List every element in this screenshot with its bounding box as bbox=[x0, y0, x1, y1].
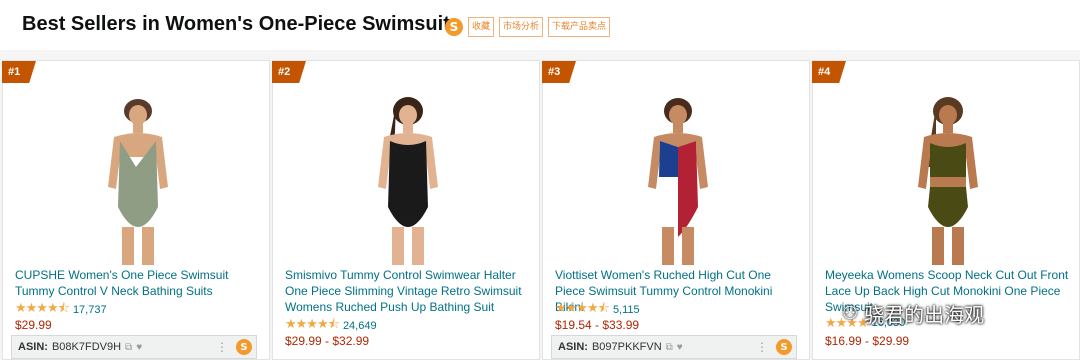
page-title: Best Sellers in Women's One-Piece Swimsu… bbox=[22, 13, 461, 35]
download-selling-points-button[interactable]: 下载产品卖点 bbox=[548, 17, 611, 37]
more-options-icon[interactable]: ⋮ bbox=[756, 340, 768, 354]
swimsuit-image-icon bbox=[918, 97, 978, 265]
heart-icon[interactable]: ♥ bbox=[136, 342, 142, 353]
favorite-button[interactable]: 收藏 bbox=[468, 17, 495, 37]
asin-value: B08K7FDV9H bbox=[51, 341, 122, 353]
plugin-toolbar: S 收藏 市场分析 下载产品卖点 bbox=[445, 14, 611, 40]
watermark-text: 骁君的出海观 bbox=[864, 302, 985, 327]
copy-icon[interactable]: ⧉ bbox=[125, 342, 132, 353]
asin-bar: ASIN: B08K7FDV9H ⧉ ♥ ⋮ S bbox=[11, 335, 257, 359]
asin-label: ASIN: bbox=[18, 341, 48, 353]
product-card-3[interactable]: #3 Viottiset Women's Ruched High Cut One… bbox=[542, 60, 810, 360]
rank-badge: #1 bbox=[2, 61, 36, 83]
product-card-1[interactable]: #1 CUPSHE Women's One Piece Swimsuit Tum… bbox=[2, 60, 270, 360]
product-title-link[interactable]: CUPSHE Women's One Piece Swimsuit Tummy … bbox=[15, 267, 263, 299]
rating-count[interactable]: 5,115 bbox=[613, 304, 640, 316]
product-image[interactable] bbox=[813, 97, 1079, 265]
plugin-logo-icon[interactable]: S bbox=[445, 18, 463, 36]
plugin-logo-icon[interactable]: S bbox=[776, 339, 792, 355]
more-options-icon[interactable]: ⋮ bbox=[216, 340, 228, 354]
swimsuit-shape bbox=[930, 143, 966, 177]
plugin-logo-icon[interactable]: S bbox=[236, 339, 252, 355]
heart-icon[interactable]: ♥ bbox=[677, 342, 683, 353]
rating-count[interactable]: 24,649 bbox=[343, 320, 377, 332]
price: $29.99 bbox=[15, 318, 52, 332]
asin-bar: ASIN: B097PKKFVN ⧉ ♥ ⋮ S bbox=[551, 335, 797, 359]
product-card-2[interactable]: #2 Smismivo Tummy Control Swimwear Halte… bbox=[272, 60, 540, 360]
product-image[interactable] bbox=[3, 97, 269, 265]
market-analysis-button[interactable]: 市场分析 bbox=[499, 17, 544, 37]
price: $29.99 - $32.99 bbox=[285, 334, 370, 348]
product-image[interactable] bbox=[273, 97, 539, 265]
product-title-link[interactable]: Smismivo Tummy Control Swimwear Halter O… bbox=[285, 267, 533, 315]
rank-badge: #4 bbox=[812, 61, 846, 83]
rating-count[interactable]: 17,737 bbox=[73, 304, 107, 316]
swimsuit-image-icon bbox=[648, 98, 708, 265]
rank-badge: #2 bbox=[272, 61, 306, 83]
asin-value: B097PKKFVN bbox=[591, 341, 662, 353]
wechat-icon: ⚇ bbox=[842, 302, 859, 324]
rank-badge: #3 bbox=[542, 61, 576, 83]
page-header: Best Sellers in Women's One-Piece Swimsu… bbox=[0, 0, 1080, 50]
price: $19.54 - $33.99 bbox=[555, 318, 640, 332]
price: $16.99 - $29.99 bbox=[825, 334, 910, 348]
swimsuit-image-icon bbox=[108, 99, 168, 265]
watermark: ⚇ 骁君的出海观 bbox=[842, 298, 1052, 328]
product-image[interactable] bbox=[543, 97, 809, 265]
swimsuit-shape bbox=[388, 141, 428, 227]
copy-icon[interactable]: ⧉ bbox=[666, 342, 673, 353]
asin-label: ASIN: bbox=[558, 341, 588, 353]
swimsuit-image-icon bbox=[378, 97, 438, 265]
